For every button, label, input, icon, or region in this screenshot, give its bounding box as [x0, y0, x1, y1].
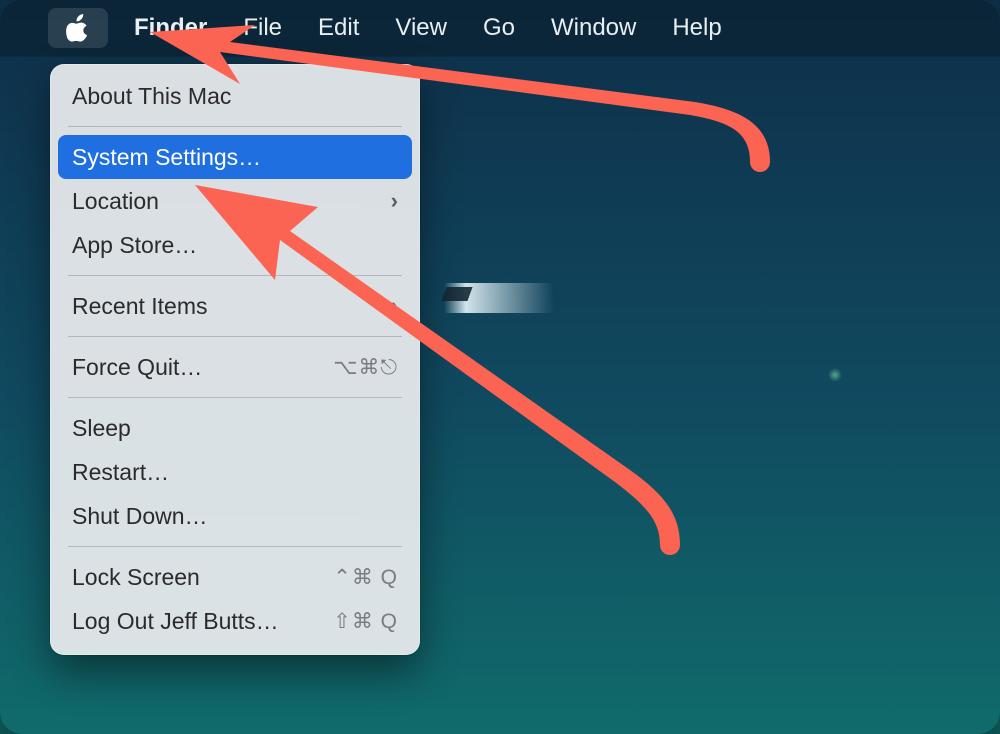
- wallpaper-artifact: [444, 283, 554, 313]
- menu-item-label: App Store…: [72, 232, 197, 259]
- active-app-name[interactable]: Finder: [116, 14, 225, 42]
- wallpaper-dot: [828, 368, 842, 382]
- menu-item-force-quit[interactable]: Force Quit… ⌥⌘⎋: [58, 345, 412, 389]
- menu-item-label: System Settings…: [72, 144, 261, 171]
- menu-separator: [68, 546, 402, 547]
- menu-item-label: Lock Screen: [72, 564, 200, 591]
- menu-separator: [68, 126, 402, 127]
- menu-item-app-store[interactable]: App Store…: [58, 223, 412, 267]
- menu-item-label: Sleep: [72, 415, 131, 442]
- menu-item-label: Recent Items: [72, 293, 208, 320]
- menu-item-shortcut: ⌃⌘ Q: [333, 565, 398, 590]
- menu-item-restart[interactable]: Restart…: [58, 450, 412, 494]
- menu-item-recent-items[interactable]: Recent Items ›: [58, 284, 412, 328]
- menu-item-label: Force Quit…: [72, 354, 202, 381]
- menu-separator: [68, 336, 402, 337]
- apple-menu-dropdown: About This Mac System Settings… Location…: [50, 64, 420, 655]
- menu-item-lock-screen[interactable]: Lock Screen ⌃⌘ Q: [58, 555, 412, 599]
- menu-item-label: About This Mac: [72, 83, 231, 110]
- menubar-item-edit[interactable]: Edit: [300, 14, 377, 42]
- menu-item-log-out[interactable]: Log Out Jeff Butts… ⇧⌘ Q: [58, 599, 412, 643]
- apple-logo-icon: [66, 14, 90, 42]
- menu-item-label: Log Out Jeff Butts…: [72, 608, 279, 635]
- menu-item-location[interactable]: Location ›: [58, 179, 412, 223]
- apple-menu-button[interactable]: [48, 8, 108, 48]
- submenu-chevron-icon: ›: [391, 188, 398, 214]
- submenu-chevron-icon: ›: [391, 293, 398, 319]
- menubar-item-window[interactable]: Window: [533, 14, 654, 42]
- menubar-item-file[interactable]: File: [225, 14, 300, 42]
- menubar-item-go[interactable]: Go: [465, 14, 533, 42]
- menu-item-label: Restart…: [72, 459, 169, 486]
- menu-item-shut-down[interactable]: Shut Down…: [58, 494, 412, 538]
- menu-item-about-this-mac[interactable]: About This Mac: [58, 74, 412, 118]
- menu-item-shortcut: ⇧⌘ Q: [333, 609, 398, 634]
- menu-item-label: Location: [72, 188, 159, 215]
- menu-item-shortcut: ⌥⌘⎋: [333, 355, 398, 380]
- menu-separator: [68, 397, 402, 398]
- menubar-item-view[interactable]: View: [377, 14, 465, 42]
- menu-item-sleep[interactable]: Sleep: [58, 406, 412, 450]
- menubar-item-help[interactable]: Help: [654, 14, 739, 42]
- menu-item-label: Shut Down…: [72, 503, 208, 530]
- menubar: Finder File Edit View Go Window Help: [0, 0, 1000, 56]
- menu-item-system-settings[interactable]: System Settings…: [58, 135, 412, 179]
- menu-separator: [68, 275, 402, 276]
